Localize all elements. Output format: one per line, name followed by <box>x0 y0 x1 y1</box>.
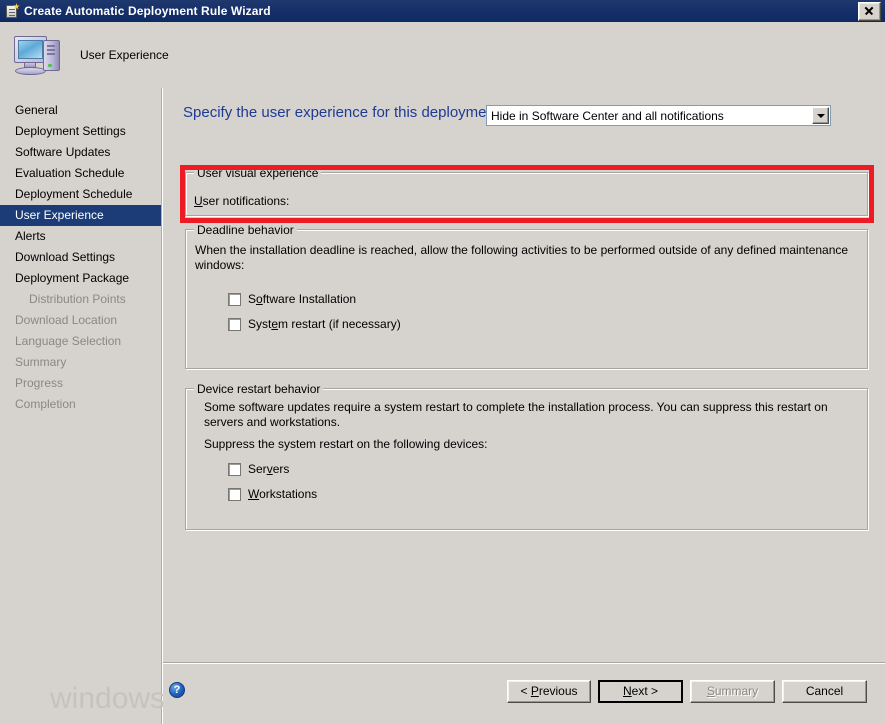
wizard-header: User Experience <box>0 22 885 88</box>
help-icon[interactable]: ? <box>169 682 185 698</box>
title-bar: Create Automatic Deployment Rule Wizard <box>0 0 885 22</box>
sidebar-item-alerts[interactable]: Alerts <box>0 226 161 247</box>
checkbox-box[interactable] <box>228 317 241 331</box>
wizard-window: Create Automatic Deployment Rule Wizard … <box>0 0 885 724</box>
deadline-behavior-group: Deadline behavior When the installation … <box>185 223 868 369</box>
sidebar-item-deployment-settings[interactable]: Deployment Settings <box>0 121 161 142</box>
checkbox-label: System restart (if necessary) <box>248 317 401 331</box>
sidebar-item-summary: Summary <box>15 355 67 369</box>
suppress-restart-label: Suppress the system restart on the follo… <box>204 437 488 451</box>
group-title-restart: Device restart behavior <box>194 382 324 396</box>
deadline-description: When the installation deadline is reache… <box>195 243 849 272</box>
sidebar-item-completion: Completion <box>15 397 76 411</box>
sidebar-item-progress: Progress <box>15 376 64 390</box>
header-page-title: User Experience <box>80 48 169 62</box>
previous-button[interactable]: < Previous <box>507 680 591 703</box>
sidebar-item-general[interactable]: General <box>0 100 161 121</box>
cancel-button[interactable]: Cancel <box>782 680 867 703</box>
page-title: Specify the user experience for this dep… <box>183 104 500 121</box>
sidebar-item-evaluation-schedule[interactable]: Evaluation Schedule <box>0 163 161 184</box>
next-button[interactable]: Next > <box>598 680 683 703</box>
sidebar-item-deployment-schedule[interactable]: Deployment Schedule <box>0 184 161 205</box>
wizard-step-nav: General Deployment Settings Software Updat… <box>0 88 161 724</box>
checkbox-box[interactable] <box>228 462 241 476</box>
checkbox-software-installation[interactable]: Software Installation <box>228 292 356 306</box>
checkbox-box[interactable] <box>228 292 241 306</box>
wizard-clipboard-icon <box>4 3 20 19</box>
device-restart-behavior-group: Device restart behavior Some software up… <box>185 382 868 530</box>
checkbox-label: Servers <box>248 462 290 476</box>
checkbox-box[interactable] <box>228 487 241 501</box>
group-title-visual: User visual experience <box>194 166 322 180</box>
sidebar-item-deployment-package[interactable]: Deployment Package <box>0 268 161 289</box>
main-panel: Specify the user experience for this dep… <box>163 88 885 661</box>
sidebar-item-download-settings[interactable]: Download Settings <box>0 247 161 268</box>
checkbox-label: Software Installation <box>248 292 357 306</box>
user-notifications-label: User notifications: <box>194 194 290 208</box>
checkbox-servers[interactable]: Servers <box>228 462 289 476</box>
checkbox-label: Workstations <box>248 487 318 501</box>
checkbox-system-restart[interactable]: System restart (if necessary) <box>228 317 401 331</box>
user-notifications-value: Hide in Software Center and all notifica… <box>491 108 724 123</box>
checkbox-workstations[interactable]: Workstations <box>228 487 317 501</box>
group-title-deadline: Deadline behavior <box>194 223 297 237</box>
user-visual-experience-group: User visual experience User notification… <box>185 166 868 216</box>
restart-description: Some software updates require a system r… <box>204 400 828 429</box>
sidebar-item-distribution-points: Distribution Points <box>29 292 126 306</box>
sidebar-item-software-updates[interactable]: Software Updates <box>0 142 161 163</box>
sidebar-item-language-selection: Language Selection <box>15 334 122 348</box>
user-notifications-dropdown[interactable]: Hide in Software Center and all notifica… <box>486 105 831 126</box>
close-icon[interactable] <box>858 1 881 21</box>
window-title: Create Automatic Deployment Rule Wizard <box>24 4 271 18</box>
sidebar-item-user-experience[interactable]: User Experience <box>0 205 161 226</box>
chevron-down-icon[interactable] <box>812 107 829 124</box>
sidebar-item-download-location: Download Location <box>15 313 118 327</box>
computer-icon <box>12 32 66 78</box>
summary-button[interactable]: Summary <box>690 680 775 703</box>
wizard-footer: ? < Previous Next > Summary Cancel <box>163 664 885 724</box>
